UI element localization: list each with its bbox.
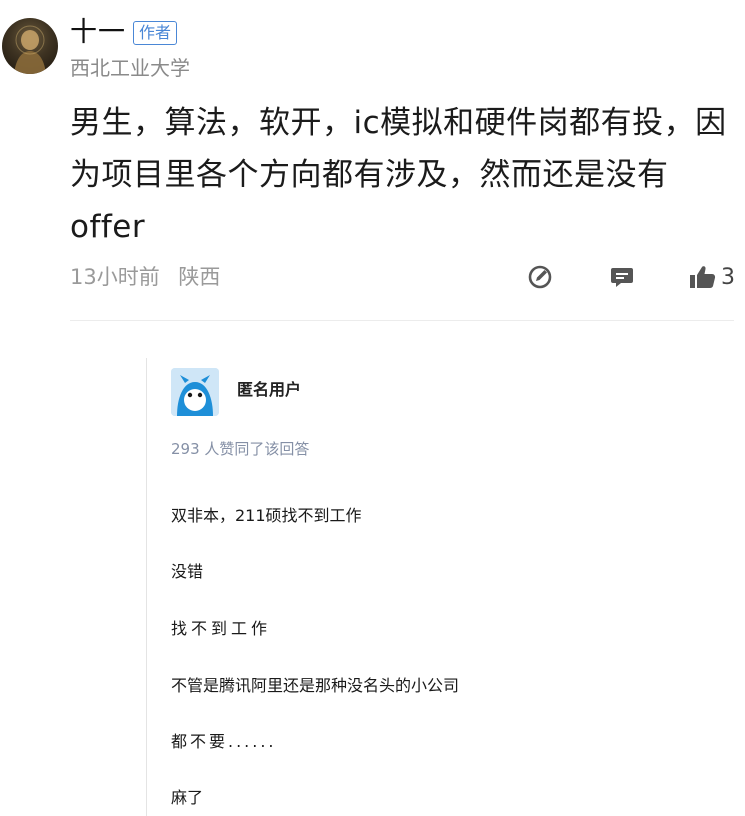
like-button[interactable]: 3 <box>688 262 735 292</box>
author-name[interactable]: 十一 <box>70 16 126 50</box>
author-badge: 作者 <box>133 21 178 45</box>
comment-time: 13小时前 <box>70 265 160 289</box>
thumbs-up-icon <box>690 266 716 288</box>
answer-line: 双非本，211硕找不到工作 <box>171 506 362 525</box>
author-school: 西北工业大学 <box>70 56 190 80</box>
answer-line: 找不到工作 <box>171 619 272 638</box>
anonymous-user-name[interactable]: 匿名用户 <box>237 378 301 402</box>
edit-icon <box>528 265 552 289</box>
comment-icon <box>611 268 633 287</box>
like-count: 3 <box>721 264 735 290</box>
author-avatar[interactable] <box>2 18 58 74</box>
quoted-answer: 匿名用户 293 人赞同了该回答 双非本，211硕找不到工作 没错 找不到工作 … <box>146 358 745 816</box>
agree-count: 293 人赞同了该回答 <box>171 440 310 458</box>
edit-button[interactable] <box>526 262 554 292</box>
reply-button[interactable] <box>608 262 636 292</box>
answer-line: 不管是腾讯阿里还是那种没名头的小公司 <box>171 676 460 695</box>
comment-location: 陕西 <box>178 265 221 289</box>
comment-card: 十一 作者 西北工业大学 男生，算法，软开，ic模拟和硬件岗都有投，因为项目里各… <box>0 0 745 330</box>
comment-text: 男生，算法，软开，ic模拟和硬件岗都有投，因为项目里各个方向都有涉及，然而还是没… <box>70 105 727 245</box>
divider <box>70 320 734 321</box>
answer-line: 麻了 <box>171 788 204 807</box>
answer-line: 没错 <box>171 562 204 581</box>
anonymous-avatar[interactable] <box>171 368 219 416</box>
answer-line: 都不要...... <box>171 732 277 751</box>
comment-meta: 13小时前 陕西 <box>70 262 220 292</box>
